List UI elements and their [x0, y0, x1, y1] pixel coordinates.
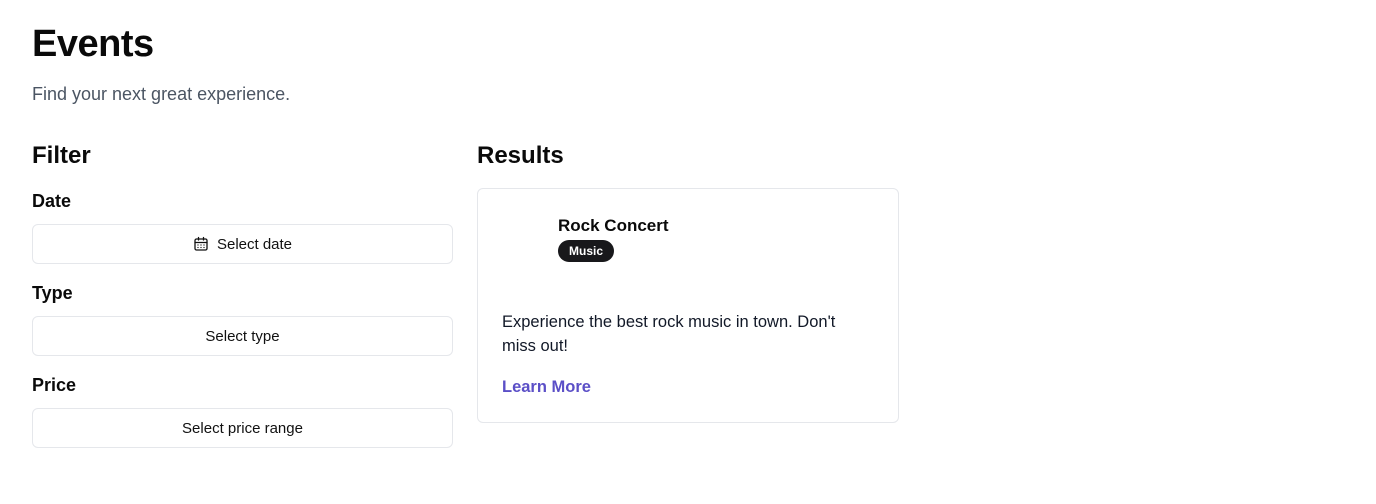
events-page: Events Find your next great experience. …	[0, 0, 1376, 504]
filter-panel: Filter Date Select date Type Select type…	[32, 140, 453, 448]
select-type-label: Select type	[205, 327, 280, 345]
page-subtitle: Find your next great experience.	[32, 84, 291, 104]
calendar-icon	[193, 236, 209, 252]
type-label: Type	[32, 283, 73, 303]
category-badge: Music	[558, 240, 615, 262]
event-description: Experience the best rock music in town. …	[502, 313, 836, 355]
results-panel: Results Rock Concert Music Experience th…	[477, 140, 899, 423]
price-label: Price	[32, 375, 77, 395]
type-filter: Type Select type	[32, 281, 453, 356]
date-filter: Date Select date	[32, 189, 453, 264]
select-date-label: Select date	[216, 235, 293, 253]
price-filter: Price Select price range	[32, 373, 453, 448]
page-title: Events	[32, 23, 154, 65]
date-label: Date	[32, 191, 72, 211]
select-price-range-button[interactable]: Select price range	[32, 408, 453, 448]
filter-heading: Filter	[32, 142, 91, 169]
select-price-range-label: Select price range	[182, 419, 303, 437]
learn-more-link[interactable]: Learn More	[502, 375, 591, 399]
select-date-button[interactable]: Select date	[32, 224, 453, 264]
event-title: Rock Concert	[558, 216, 669, 235]
select-type-button[interactable]: Select type	[32, 316, 453, 356]
results-heading: Results	[477, 142, 564, 169]
event-card: Rock Concert Music Experience the best r…	[477, 188, 899, 423]
event-image-placeholder	[502, 213, 558, 269]
